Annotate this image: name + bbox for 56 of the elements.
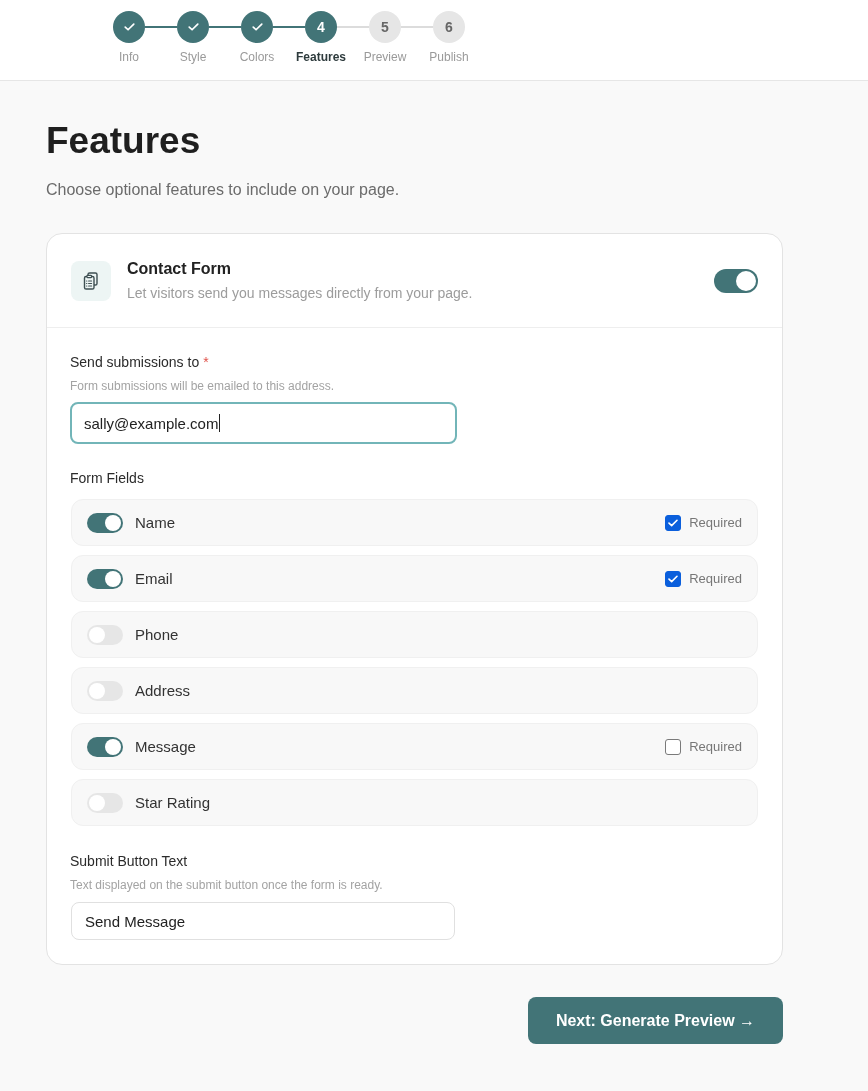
step-connector	[337, 26, 369, 28]
next-button[interactable]: Next: Generate Preview →	[528, 997, 783, 1044]
field-name: Address	[135, 682, 192, 699]
step-label[interactable]: Features	[296, 49, 346, 65]
field-hint: Text displayed on the submit button once the form is ready.	[70, 877, 384, 893]
required-label[interactable]: Required	[689, 571, 742, 586]
step-connector	[401, 26, 433, 28]
step-label[interactable]: Style	[179, 49, 207, 65]
toggle-switch[interactable]	[714, 268, 758, 293]
feature-description: Let visitors send you messages directly from your page.	[127, 284, 474, 303]
email-field[interactable]: sally@example.com	[70, 402, 457, 444]
text-cursor	[219, 414, 221, 432]
step-indicator[interactable]: 5	[369, 11, 401, 43]
field-label: Send submissions to	[70, 353, 200, 372]
submit-text-field[interactable]: Send Message	[71, 902, 455, 940]
step-indicator[interactable]	[113, 11, 145, 43]
required-label[interactable]: Required	[689, 739, 742, 754]
required-checkbox[interactable]	[665, 514, 682, 531]
field-label: Submit Button Text	[70, 852, 189, 871]
toggle-switch[interactable]	[87, 624, 123, 645]
toggle-switch[interactable]	[87, 568, 123, 589]
check-icon	[251, 23, 263, 31]
toggle-switch[interactable]	[87, 792, 123, 813]
field-name: Star Rating	[135, 794, 212, 811]
section-label: Form Fields	[70, 469, 145, 488]
step-label[interactable]: Info	[119, 49, 139, 65]
step-connector	[273, 26, 305, 28]
field-name: Email	[135, 570, 174, 587]
step-connector	[209, 26, 241, 28]
check-icon	[123, 23, 135, 31]
field-name: Phone	[135, 626, 180, 643]
toggle-switch[interactable]	[87, 680, 123, 701]
required-asterisk: *	[203, 353, 209, 372]
toggle-switch[interactable]	[87, 512, 123, 533]
step-label[interactable]: Publish	[429, 49, 469, 65]
required-label[interactable]: Required	[689, 515, 742, 530]
field-hint: Form submissions will be emailed to this address.	[70, 378, 336, 394]
checkmark-icon	[668, 574, 679, 583]
step-indicator[interactable]: 4	[305, 11, 337, 43]
required-checkbox[interactable]	[665, 738, 682, 755]
page-title: Features	[46, 119, 202, 163]
toggle-switch[interactable]	[87, 736, 123, 757]
field-name: Name	[135, 514, 176, 531]
check-icon	[187, 23, 199, 31]
page-subtitle: Choose optional features to include on your page.	[46, 180, 401, 200]
required-checkbox[interactable]	[665, 570, 682, 587]
clipboard-icon	[71, 260, 111, 301]
step-label[interactable]: Colors	[239, 49, 275, 65]
feature-title: Contact Form	[127, 259, 232, 279]
step-indicator[interactable]	[241, 11, 273, 43]
step-indicator[interactable]	[177, 11, 209, 43]
step-label[interactable]: Preview	[363, 49, 407, 65]
field-name: Message	[135, 738, 197, 755]
checkmark-icon	[668, 518, 679, 527]
step-connector	[145, 26, 177, 28]
step-indicator[interactable]: 6	[433, 11, 465, 43]
